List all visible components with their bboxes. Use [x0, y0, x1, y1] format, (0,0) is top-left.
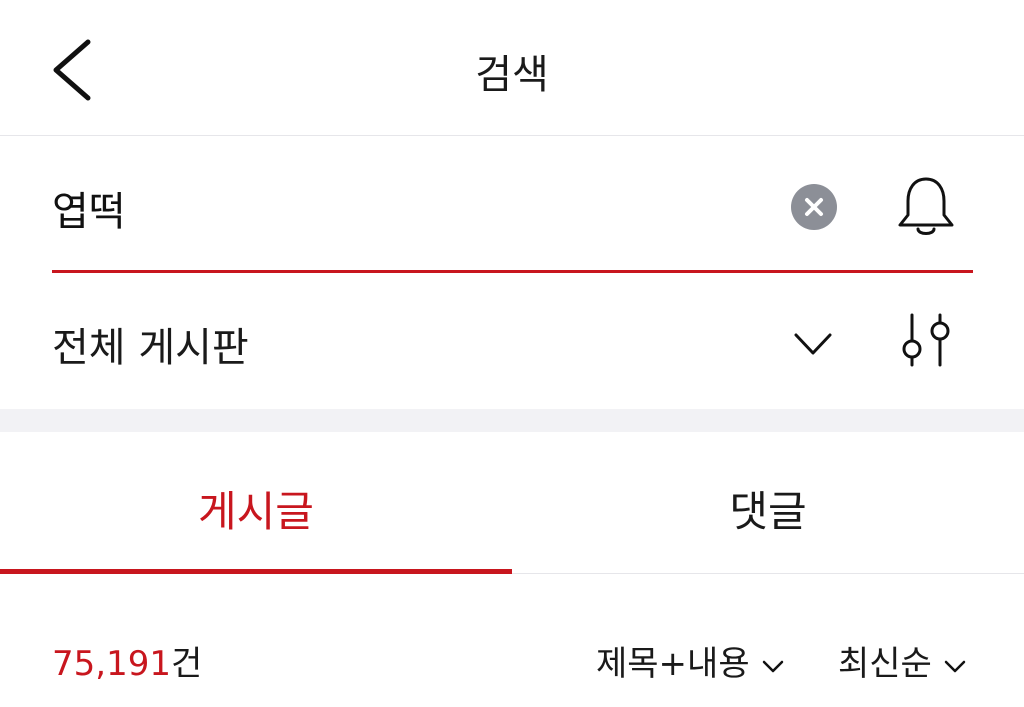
search-bar [52, 137, 973, 273]
chevron-down-icon [794, 333, 832, 355]
result-tabs: 게시글 댓글 [0, 432, 1024, 574]
filter-settings-button[interactable] [896, 311, 956, 371]
board-selected-label: 전체 게시판 [52, 325, 249, 371]
chevron-down-icon [762, 660, 783, 672]
sort-order-dropdown[interactable]: 최신순 [838, 636, 968, 685]
clear-circle-icon [805, 198, 823, 216]
tab-posts-label: 게시글 [198, 487, 314, 536]
keyword-alert-button[interactable] [894, 175, 958, 239]
result-count: 75,191건 [52, 636, 202, 685]
bell-icon [898, 177, 954, 235]
header-bar: 검색 [0, 0, 1024, 136]
sort-order-label: 최신순 [838, 644, 932, 684]
result-count-suffix: 건 [170, 644, 203, 684]
board-selector[interactable]: 전체 게시판 [52, 273, 973, 409]
page-title: 검색 [475, 52, 549, 98]
search-scope-label: 제목+내용 [596, 644, 750, 684]
tab-comments-label: 댓글 [729, 487, 807, 536]
sliders-icon [902, 313, 950, 367]
tab-posts[interactable]: 게시글 [0, 432, 512, 574]
tab-comments[interactable]: 댓글 [512, 432, 1024, 574]
search-input[interactable] [52, 179, 752, 237]
clear-search-button[interactable] [791, 184, 837, 230]
chevron-down-icon [944, 660, 966, 672]
board-dropdown-button[interactable] [790, 321, 836, 367]
section-divider [0, 409, 1024, 432]
result-toolbar: 75,191건 제목+내용 최신순 [52, 574, 973, 707]
result-count-number: 75,191 [52, 644, 171, 684]
search-scope-dropdown[interactable]: 제목+내용 [596, 636, 786, 685]
